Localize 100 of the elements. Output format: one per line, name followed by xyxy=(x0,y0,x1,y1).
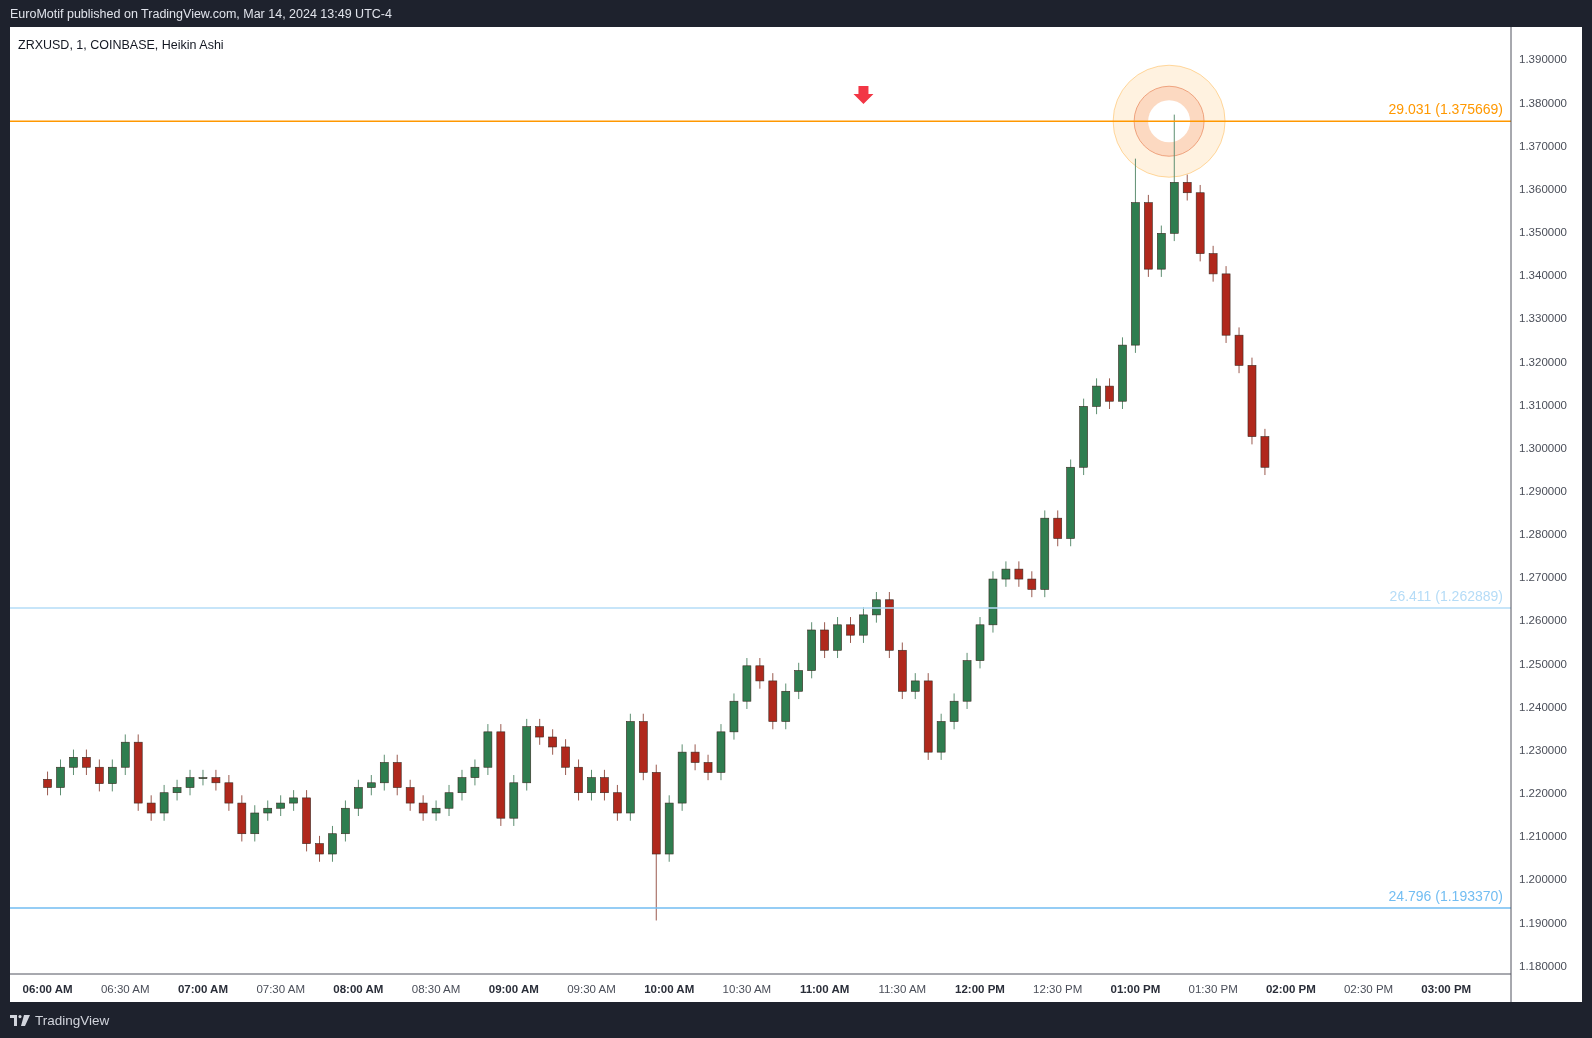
candle xyxy=(1001,560,1011,588)
candle xyxy=(69,749,78,776)
price-axis-label: 1.190000 xyxy=(1519,916,1567,929)
time-axis-label: 09:30 AM xyxy=(567,983,616,995)
candle xyxy=(211,769,221,792)
candle xyxy=(936,713,946,761)
price-axis-label: 1.370000 xyxy=(1519,139,1567,152)
price-axis-label: 1.180000 xyxy=(1519,959,1567,972)
candle xyxy=(794,662,803,700)
price-axis-label: 1.340000 xyxy=(1519,269,1567,282)
candle xyxy=(263,800,273,822)
price-level-label: 24.796 (1.193370) xyxy=(1388,888,1503,905)
price-axis-label: 1.280000 xyxy=(1519,528,1567,541)
price-axis-label: 1.290000 xyxy=(1519,485,1567,497)
candle xyxy=(898,642,907,700)
time-axis-label: 07:30 AM xyxy=(256,983,305,995)
time-axis-label: 12:30 PM xyxy=(1033,983,1083,995)
candle xyxy=(354,779,363,817)
candle xyxy=(367,774,376,796)
candle xyxy=(910,672,920,700)
candle xyxy=(56,759,65,796)
candle xyxy=(600,769,609,801)
candle xyxy=(328,825,337,863)
candle xyxy=(872,591,881,624)
candle xyxy=(755,657,765,690)
candle xyxy=(172,779,182,801)
candle xyxy=(1182,174,1192,201)
candle xyxy=(509,774,519,827)
price-axis-label: 1.260000 xyxy=(1519,614,1567,627)
candle xyxy=(1208,245,1218,283)
candle xyxy=(146,794,156,822)
candle xyxy=(302,789,311,852)
time-axis-label: 02:00 PM xyxy=(1265,983,1316,995)
price-level-label: 26.411 (1.262889) xyxy=(1389,588,1503,604)
price-axis-label: 1.350000 xyxy=(1519,226,1567,239)
time-axis-label: 08:30 AM xyxy=(411,983,461,995)
candle xyxy=(742,657,752,710)
candle xyxy=(405,779,415,812)
price-axis-label: 1.380000 xyxy=(1519,96,1567,109)
time-axis-label: 03:00 PM xyxy=(1421,983,1472,995)
candle xyxy=(1014,560,1024,588)
candle xyxy=(535,718,544,746)
candle xyxy=(1234,326,1244,374)
price-axis-label: 1.220000 xyxy=(1519,787,1567,800)
candle xyxy=(108,759,117,792)
candle xyxy=(962,652,972,710)
price-axis-label: 1.250000 xyxy=(1519,657,1567,670)
candle xyxy=(1157,225,1166,278)
candle xyxy=(444,784,454,817)
time-axis-label: 09:00 AM xyxy=(488,983,539,995)
candle xyxy=(1260,428,1270,476)
candle xyxy=(250,804,260,842)
time-axis-label: 11:00 AM xyxy=(799,983,850,995)
candle xyxy=(276,794,285,817)
price-axis-label: 1.310000 xyxy=(1519,398,1567,411)
candle xyxy=(988,570,998,634)
time-axis-label: 02:30 PM xyxy=(1343,983,1394,995)
candle xyxy=(224,774,234,812)
candle xyxy=(846,616,855,644)
chart-legend: ZRXUSD, 1, COINBASE, Heikin Ashi xyxy=(18,38,224,52)
time-axis-label: 01:00 PM xyxy=(1110,983,1161,995)
candle xyxy=(859,606,868,644)
candle xyxy=(975,616,985,669)
candle xyxy=(1027,570,1037,598)
candle xyxy=(639,713,648,781)
price-axis-label: 1.320000 xyxy=(1519,355,1567,368)
time-axis-label: 10:00 AM xyxy=(644,983,695,995)
candle xyxy=(483,723,493,776)
price-axis-label: 1.200000 xyxy=(1519,873,1567,886)
price-level-label: 29.031 (1.375669) xyxy=(1388,101,1503,118)
candle xyxy=(457,769,467,801)
candle xyxy=(677,743,687,812)
time-axis-label: 12:00 PM xyxy=(955,983,1005,995)
candle xyxy=(729,692,739,741)
candle xyxy=(781,683,791,730)
price-axis-label: 1.210000 xyxy=(1519,830,1567,843)
candle xyxy=(237,794,247,842)
candle xyxy=(613,784,622,822)
candle xyxy=(185,769,195,796)
candle xyxy=(380,754,389,792)
price-axis-label: 1.360000 xyxy=(1519,182,1567,195)
candle xyxy=(949,692,959,730)
candle xyxy=(43,771,52,796)
candle xyxy=(315,835,324,863)
down-arrow-icon xyxy=(853,86,874,105)
price-axis-label: 1.240000 xyxy=(1519,700,1567,713)
time-axis-label: 06:30 AM xyxy=(100,983,150,995)
candle xyxy=(690,743,700,771)
publish-info: EuroMotif published on TradingView.com, Mar 14, 2024 13:49 UTC-4 xyxy=(9,5,393,23)
candle xyxy=(716,723,726,781)
candle xyxy=(807,621,816,679)
brand-name: TradingView xyxy=(35,1012,110,1028)
time-axis-label: 06:00 AM xyxy=(22,983,73,995)
candle xyxy=(82,749,91,776)
candle xyxy=(561,738,570,776)
time-axis-label: 07:00 AM xyxy=(177,983,228,995)
candle xyxy=(833,616,842,659)
price-axis-label: 1.330000 xyxy=(1519,312,1567,325)
candle xyxy=(289,789,298,812)
candle xyxy=(820,621,829,659)
